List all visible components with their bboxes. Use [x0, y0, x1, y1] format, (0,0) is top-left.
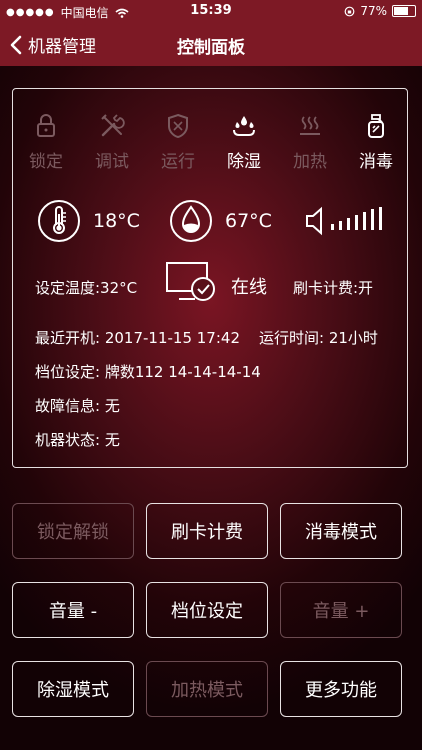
battery-icon	[392, 5, 416, 17]
online-status: 在线	[231, 277, 267, 298]
heat-mode-button[interactable]: 加热模式	[146, 661, 268, 717]
machine-state: 机器状态: 无	[35, 431, 120, 449]
mode-dehumidify: 除湿	[211, 113, 277, 172]
mode-indicators: 锁定 调试 运行 除湿 加热 消毒	[13, 113, 407, 183]
status-panel: 锁定 调试 运行 除湿 加热 消毒 18°C 67°C 设定温度:32°C 在线…	[12, 88, 408, 468]
online-monitor-icon	[166, 262, 215, 301]
button-label: 消毒模式	[305, 522, 377, 543]
temperature-value: 18°C	[93, 210, 140, 232]
mode-debug: 调试	[79, 113, 145, 172]
thermometer-icon	[38, 200, 80, 242]
disinfect-mode-button[interactable]: 消毒模式	[280, 503, 402, 559]
more-functions-button[interactable]: 更多功能	[280, 661, 402, 717]
mode-label: 调试	[95, 152, 129, 172]
heat-icon	[300, 116, 320, 135]
button-label: 加热模式	[171, 680, 243, 701]
button-label: 刷卡计费	[171, 522, 243, 543]
lock-icon	[37, 114, 55, 137]
orientation-lock-icon	[344, 6, 355, 16]
dehumidify-icon	[233, 116, 255, 136]
card-billing-button[interactable]: 刷卡计费	[146, 503, 268, 559]
gear-setting: 档位设定: 牌数112 14-14-14-14	[35, 363, 261, 381]
volume-indicator	[305, 205, 393, 237]
run-icon	[168, 113, 188, 139]
volume-icon	[306, 206, 382, 236]
button-label: 锁定解锁	[37, 522, 109, 543]
status-bar: ●●●●● 中国电信 15:39 77%	[0, 0, 422, 22]
mode-heat: 加热	[277, 113, 343, 172]
gear-setting-button[interactable]: 档位设定	[146, 582, 268, 638]
volume-down-button[interactable]: 音量 -	[12, 582, 134, 638]
button-label: 音量 +	[312, 601, 370, 622]
humidity-value: 67°C	[225, 210, 272, 232]
set-temperature: 设定温度:32°C	[35, 279, 138, 297]
button-label: 除湿模式	[37, 680, 109, 701]
card-billing-status: 刷卡计费:开	[293, 279, 374, 297]
volume-up-button[interactable]: 音量 +	[280, 582, 402, 638]
mode-run: 运行	[145, 113, 211, 172]
page-title: 控制面板	[177, 38, 245, 58]
battery-percent: 77%	[360, 4, 387, 18]
mode-disinfect: 消毒	[343, 113, 409, 172]
mode-label: 运行	[161, 152, 195, 172]
fault-info: 故障信息: 无	[35, 397, 120, 415]
runtime: 运行时间: 21小时	[259, 329, 378, 347]
mode-label: 加热	[293, 152, 327, 172]
last-boot: 最近开机: 2017-11-15 17:42	[35, 329, 240, 347]
humidity-drop-icon	[170, 200, 212, 242]
lock-unlock-button[interactable]: 锁定解锁	[12, 503, 134, 559]
mode-label: 锁定	[29, 152, 63, 172]
mode-label: 消毒	[359, 152, 393, 172]
button-label: 音量 -	[48, 601, 98, 622]
disinfect-icon	[368, 114, 384, 138]
mode-label: 除湿	[227, 152, 261, 172]
mode-lock: 锁定	[13, 113, 79, 172]
button-label: 更多功能	[305, 680, 377, 701]
dehumidify-mode-button[interactable]: 除湿模式	[12, 661, 134, 717]
temperature-reading: 18°C	[37, 199, 140, 243]
sensor-row: 18°C 67°C	[13, 199, 407, 249]
tools-icon	[101, 114, 125, 137]
humidity-reading: 67°C	[169, 199, 272, 243]
button-label: 档位设定	[171, 601, 243, 622]
nav-bar: 机器管理 控制面板	[0, 22, 422, 66]
